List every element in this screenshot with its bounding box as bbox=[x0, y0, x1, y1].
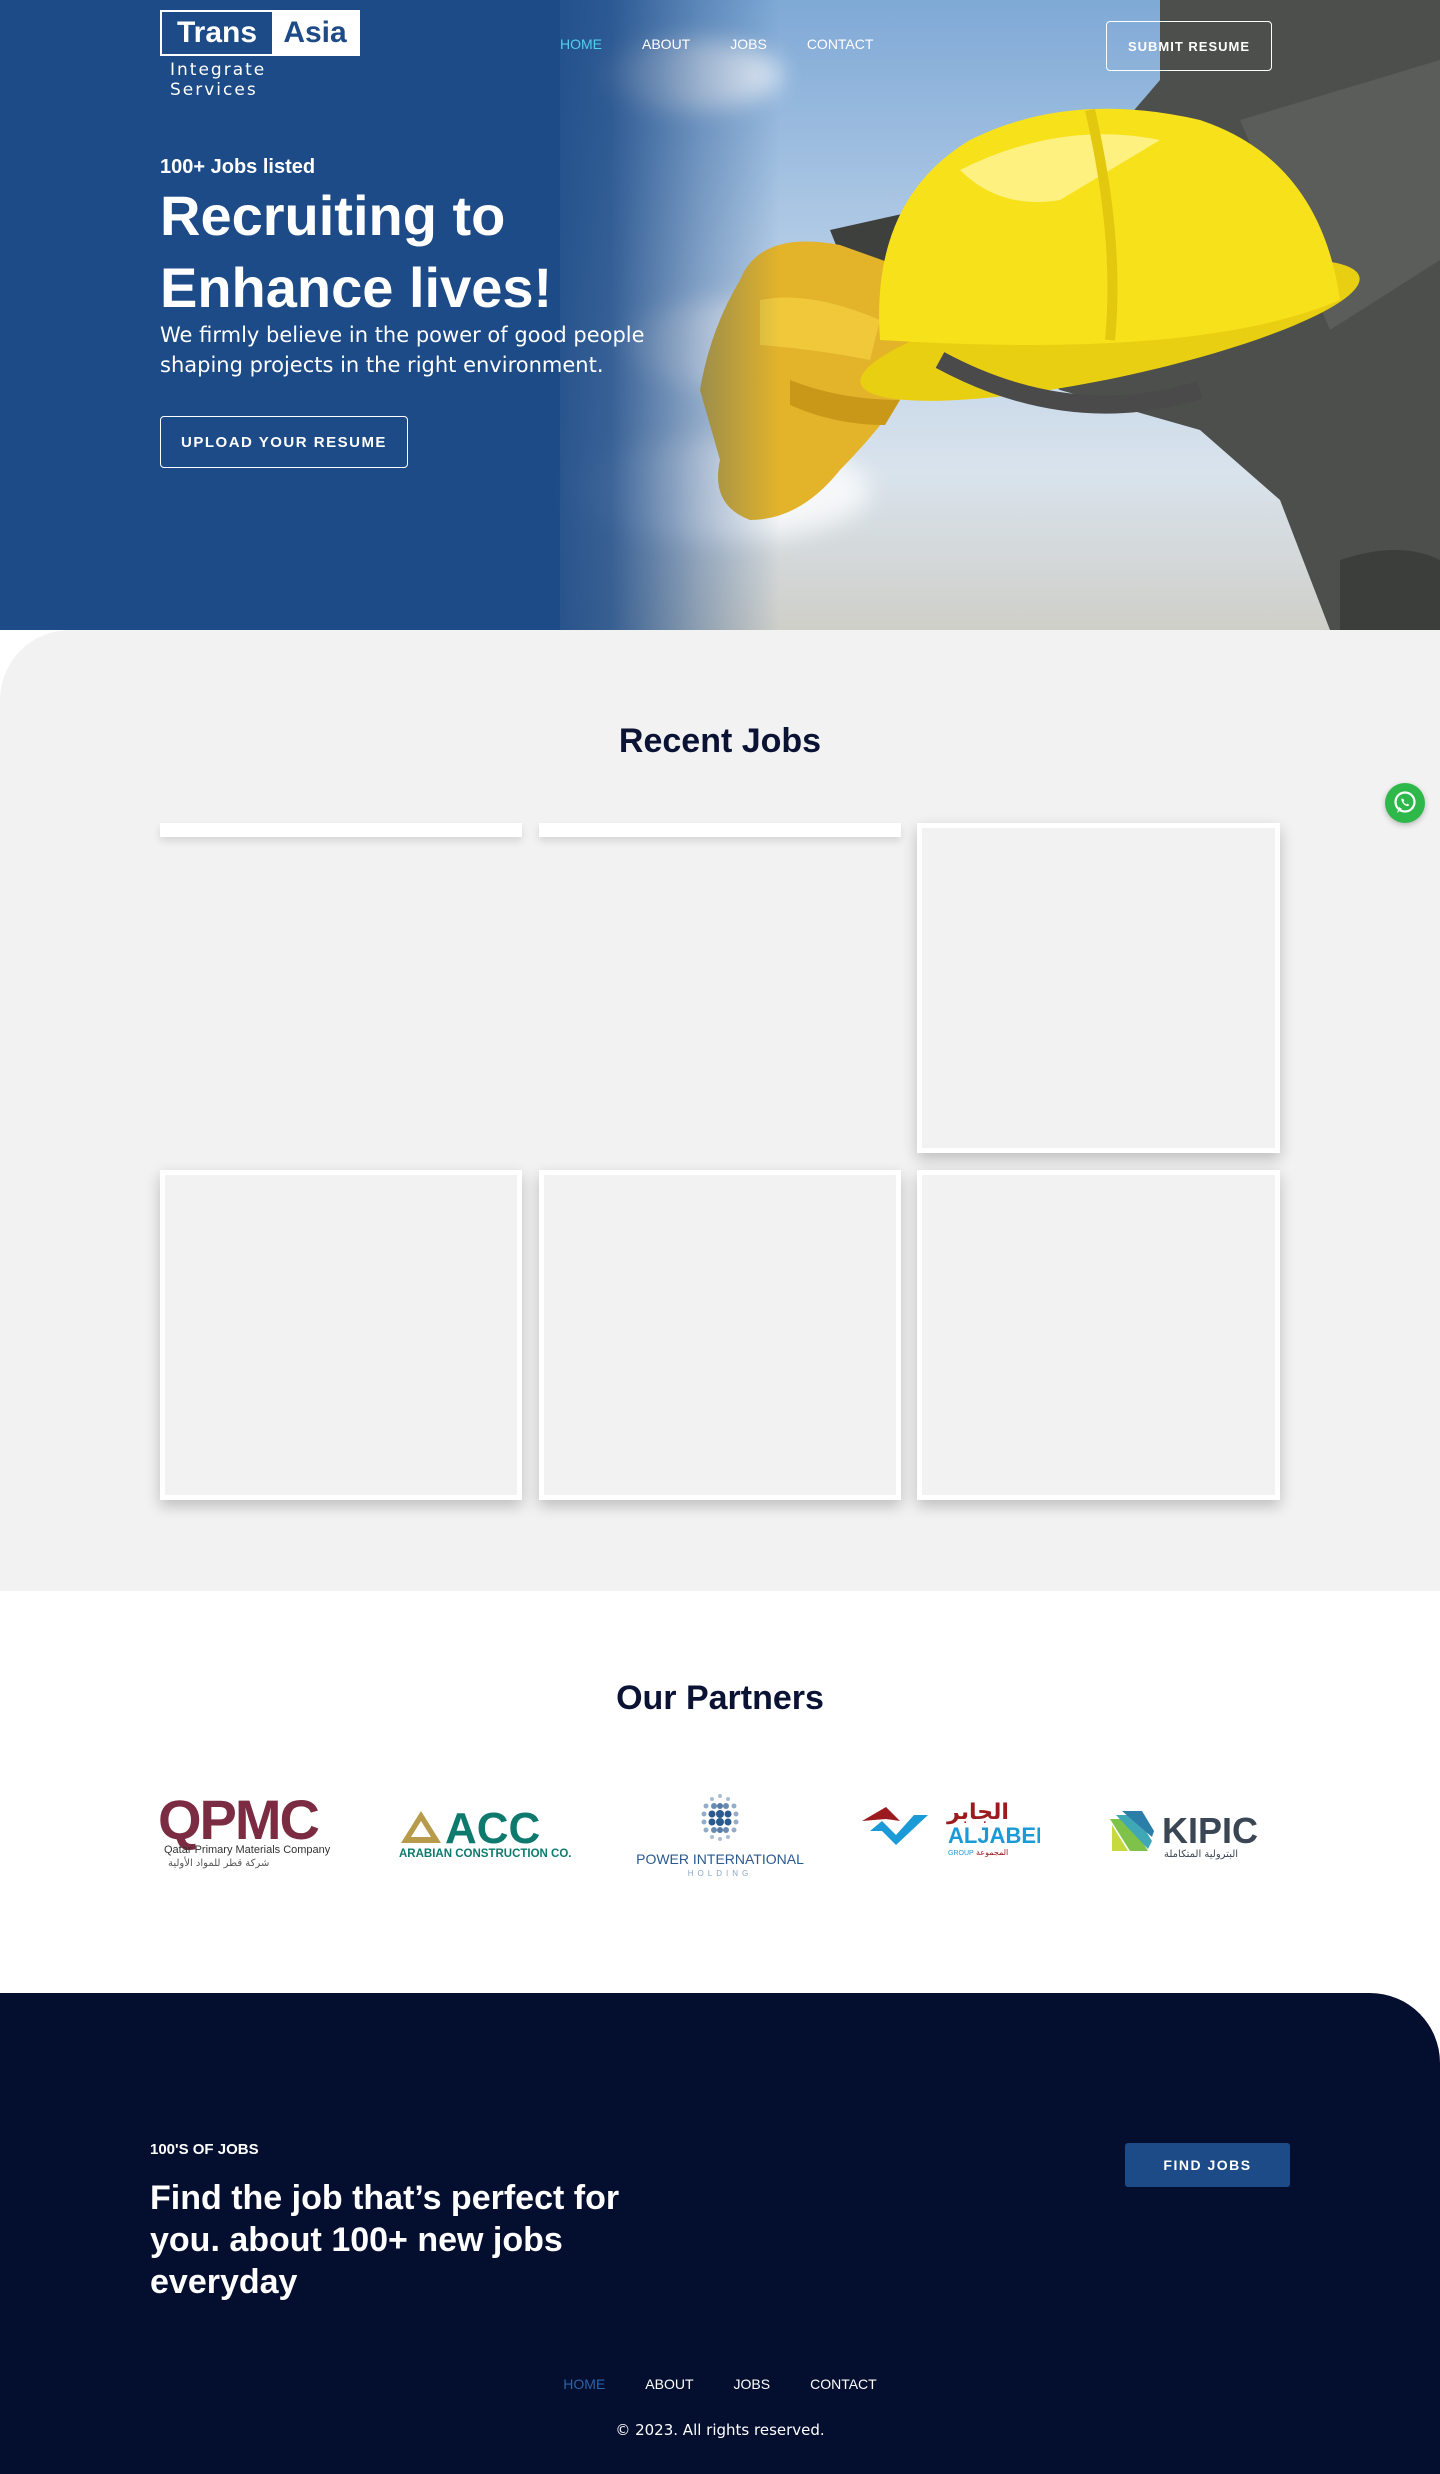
partners-section: Our Partners QPMC Qatar Primary Material… bbox=[0, 1591, 1440, 1993]
svg-text:KIPIC: KIPIC bbox=[1162, 1810, 1258, 1851]
footer-section: 100'S OF JOBS Find the job that’s perfec… bbox=[0, 1993, 1440, 2474]
submit-resume-button[interactable]: SUBMIT RESUME bbox=[1106, 21, 1272, 71]
hero-section: Trans Asia Integrate Services HOME ABOUT… bbox=[0, 0, 1440, 630]
nav-item-jobs[interactable]: JOBS bbox=[730, 36, 767, 52]
partner-logo-kipic[interactable]: KIPIC البترولية المتكاملة bbox=[1108, 1791, 1278, 1871]
job-card[interactable] bbox=[160, 823, 522, 837]
hero-title: Recruiting to Enhance lives! bbox=[160, 184, 553, 319]
recent-jobs-title: Recent Jobs bbox=[618, 722, 822, 760]
svg-text:POWER INTERNATIONAL: POWER INTERNATIONAL bbox=[636, 1851, 804, 1867]
svg-text:البترولية المتكاملة: البترولية المتكاملة bbox=[1164, 1849, 1238, 1860]
svg-text:ARABIAN CONSTRUCTION CO.: ARABIAN CONSTRUCTION CO. bbox=[399, 1848, 572, 1860]
logo-word-asia: Asia bbox=[272, 12, 358, 54]
logo-word-trans: Trans bbox=[162, 12, 272, 54]
svg-text:شركة قطر للمواد الأولية: شركة قطر للمواد الأولية bbox=[168, 1856, 269, 1869]
partners-title: Our Partners bbox=[616, 1679, 824, 1717]
main-nav: HOME ABOUT JOBS CONTACT bbox=[560, 36, 913, 52]
nav-item-about[interactable]: ABOUT bbox=[642, 36, 690, 52]
partner-logo-acc[interactable]: ACC ARABIAN CONSTRUCTION CO. bbox=[397, 1791, 577, 1871]
cta-eyebrow: 100'S OF JOBS bbox=[150, 2141, 259, 2158]
job-card[interactable] bbox=[539, 1170, 901, 1500]
hero-description: We firmly believe in the power of good p… bbox=[160, 323, 645, 377]
brand-logo[interactable]: Trans Asia Integrate Services bbox=[160, 10, 360, 100]
recent-jobs-section: Recent Jobs bbox=[0, 630, 1440, 1591]
whatsapp-glyph-icon bbox=[1394, 791, 1416, 813]
svg-text:المجموعة: المجموعة bbox=[976, 1848, 1008, 1857]
svg-text:GROUP: GROUP bbox=[948, 1850, 974, 1857]
partner-logo-qpmc[interactable]: QPMC Qatar Primary Materials Company شرك… bbox=[158, 1791, 348, 1871]
job-card[interactable] bbox=[917, 1170, 1280, 1500]
footer-nav-item-about[interactable]: ABOUT bbox=[645, 2376, 693, 2392]
find-jobs-button[interactable]: FIND JOBS bbox=[1125, 2143, 1290, 2187]
footer-nav-item-home[interactable]: HOME bbox=[563, 2376, 605, 2392]
svg-text:ALJABER: ALJABER bbox=[948, 1823, 1040, 1848]
footer-nav-item-jobs[interactable]: JOBS bbox=[734, 2376, 771, 2392]
svg-text:الجابر: الجابر bbox=[946, 1800, 1009, 1825]
footer-nav: HOME ABOUT JOBS CONTACT bbox=[0, 2376, 1440, 2392]
whatsapp-icon[interactable] bbox=[1385, 783, 1425, 823]
job-card[interactable] bbox=[917, 823, 1280, 1153]
svg-text:HOLDING: HOLDING bbox=[688, 1869, 752, 1878]
svg-text:QPMC: QPMC bbox=[158, 1791, 319, 1851]
job-card[interactable] bbox=[539, 823, 901, 837]
svg-text:Qatar Primary Materials Compan: Qatar Primary Materials Company bbox=[164, 1844, 331, 1856]
footer-nav-item-contact[interactable]: CONTACT bbox=[810, 2376, 877, 2392]
job-card[interactable] bbox=[160, 1170, 522, 1500]
hero-eyebrow: 100+ Jobs listed bbox=[160, 156, 316, 178]
logo-box: Trans Asia bbox=[160, 10, 360, 56]
nav-item-contact[interactable]: CONTACT bbox=[807, 36, 874, 52]
partner-logo-power-international[interactable]: POWER INTERNATIONAL HOLDING bbox=[630, 1786, 810, 1881]
svg-text:ACC: ACC bbox=[445, 1804, 540, 1853]
logo-tagline: Integrate Services bbox=[170, 60, 267, 100]
upload-resume-button[interactable]: UPLOAD YOUR RESUME bbox=[160, 416, 408, 468]
copyright-text: © 2023. All rights reserved. bbox=[615, 2421, 825, 2439]
nav-item-home[interactable]: HOME bbox=[560, 36, 602, 52]
partner-logo-aljaber[interactable]: الجابر ALJABER GROUP المجموعة bbox=[860, 1791, 1040, 1871]
cta-title: Find the job that’s perfect for you. abo… bbox=[150, 2179, 620, 2301]
